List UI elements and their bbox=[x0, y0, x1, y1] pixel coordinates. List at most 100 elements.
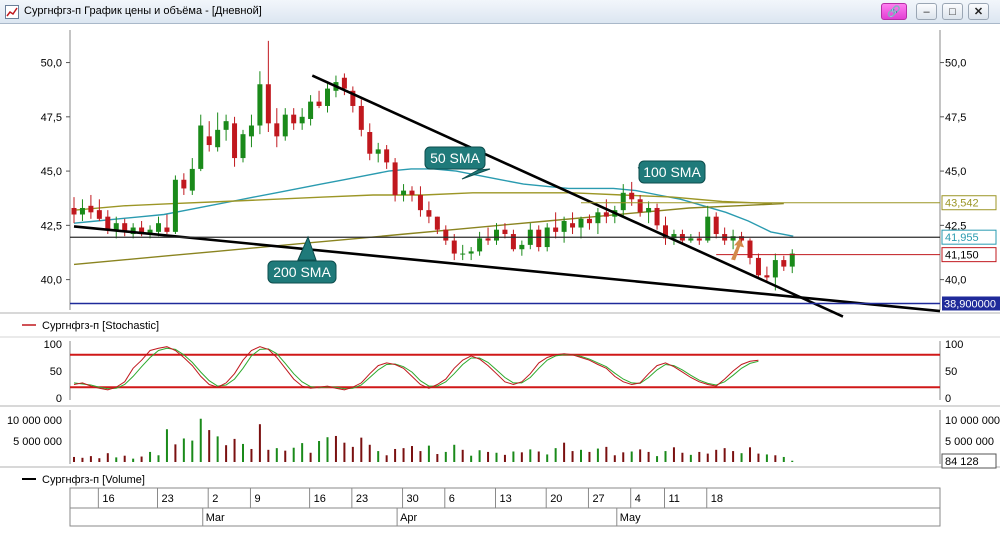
volume-bar bbox=[250, 448, 253, 462]
volume-bar bbox=[698, 451, 701, 462]
candle-down bbox=[747, 240, 753, 258]
volume-bar bbox=[157, 455, 160, 462]
candle-down bbox=[654, 207, 660, 226]
volume-bar bbox=[140, 456, 143, 462]
stoch-tick-right: 50 bbox=[945, 366, 957, 378]
price-tick-label-left: 47,5 bbox=[41, 112, 62, 124]
candle-down bbox=[553, 227, 559, 232]
volume-bar bbox=[495, 452, 498, 462]
volume-bar bbox=[732, 451, 735, 462]
day-tick-label: 16 bbox=[314, 493, 326, 505]
candle-down bbox=[713, 216, 719, 235]
day-tick-label: 27 bbox=[592, 493, 604, 505]
candle-down bbox=[755, 257, 761, 276]
volume-bar bbox=[199, 418, 202, 462]
volume-bar bbox=[757, 453, 760, 462]
volume-bar bbox=[765, 454, 768, 462]
candle-down bbox=[485, 238, 491, 241]
volume-bar bbox=[453, 444, 456, 462]
volume-bar bbox=[461, 449, 464, 462]
month-tick-label: May bbox=[620, 512, 641, 524]
volume-bar bbox=[89, 456, 92, 462]
candle-up bbox=[172, 179, 178, 232]
candle-down bbox=[603, 212, 609, 217]
candle-down bbox=[181, 179, 187, 189]
candle-down bbox=[637, 199, 643, 213]
price-tick-label-left: 42,5 bbox=[41, 220, 62, 232]
volume-bar bbox=[444, 451, 447, 462]
candle-up bbox=[688, 238, 694, 241]
candle-down bbox=[206, 136, 212, 146]
candle-down bbox=[536, 229, 542, 248]
day-tick-label: 16 bbox=[102, 493, 114, 505]
volume-bar bbox=[225, 445, 228, 462]
candle-down bbox=[443, 229, 449, 241]
day-tick-label: 9 bbox=[254, 493, 260, 505]
price-tick-label-right: 40,0 bbox=[945, 275, 966, 287]
volume-bar bbox=[546, 454, 549, 462]
candle-down bbox=[392, 162, 398, 195]
volume-bar bbox=[182, 438, 185, 462]
candle-down bbox=[696, 238, 702, 241]
candle-up bbox=[561, 221, 567, 232]
volume-bar bbox=[275, 448, 278, 462]
volume-bar bbox=[782, 456, 785, 462]
price-tick-label-right: 47,5 bbox=[945, 112, 966, 124]
volume-bar bbox=[520, 452, 523, 462]
volume-bar bbox=[368, 444, 371, 462]
volume-bar bbox=[360, 437, 363, 462]
volume-bar bbox=[715, 449, 718, 462]
sma-callout-label: 100 SMA bbox=[643, 164, 701, 180]
volume-bar bbox=[334, 435, 337, 462]
volume-bar bbox=[647, 451, 650, 462]
candle-up bbox=[646, 207, 652, 213]
volume-bar bbox=[529, 449, 532, 462]
volume-bar bbox=[419, 451, 422, 462]
candle-up bbox=[477, 238, 483, 252]
candle-down bbox=[417, 194, 423, 211]
candle-up bbox=[578, 218, 584, 228]
candle-down bbox=[764, 275, 770, 278]
volume-bar bbox=[123, 455, 126, 462]
candle-down bbox=[265, 84, 271, 124]
volume-bar bbox=[318, 441, 321, 462]
candle-down bbox=[71, 207, 77, 215]
volume-bar bbox=[208, 430, 211, 462]
candle-up bbox=[198, 125, 204, 169]
volume-bar bbox=[351, 446, 354, 462]
candle-up bbox=[189, 168, 195, 191]
day-tick-label: 20 bbox=[550, 493, 562, 505]
volume-last-label: 84 128 bbox=[945, 456, 979, 468]
volume-bar bbox=[115, 457, 118, 462]
volume-bar bbox=[470, 455, 473, 462]
candle-down bbox=[781, 260, 787, 267]
candle-down bbox=[358, 105, 364, 130]
volume-bar bbox=[216, 436, 219, 462]
candle-down bbox=[434, 216, 440, 230]
volume-bar bbox=[394, 448, 397, 462]
volume-bar bbox=[106, 453, 109, 462]
volume-bar bbox=[411, 446, 413, 462]
price-volume-chart[interactable]: Сургнфгз-п [Stochastic] Сургнфгз-п [Volu… bbox=[0, 0, 1000, 538]
price-marker-label: 41,150 bbox=[945, 250, 979, 262]
volume-bar bbox=[267, 449, 270, 462]
candle-down bbox=[451, 240, 457, 254]
volume-tick-left: 5 000 000 bbox=[13, 436, 62, 448]
volume-bar bbox=[73, 456, 75, 462]
volume-tick-right: 5 000 000 bbox=[945, 436, 994, 448]
candle-down bbox=[367, 132, 373, 154]
volume-bar bbox=[664, 451, 667, 462]
day-tick-label: 2 bbox=[212, 493, 218, 505]
day-tick-label: 18 bbox=[711, 493, 723, 505]
candle-up bbox=[460, 253, 466, 255]
candle-down bbox=[570, 223, 576, 228]
volume-bar bbox=[706, 453, 709, 462]
candle-up bbox=[240, 134, 246, 159]
price-tick-label-left: 50,0 bbox=[41, 58, 62, 70]
volume-bar bbox=[613, 455, 616, 462]
price-tick-label-left: 40,0 bbox=[41, 275, 62, 287]
price-marker-label: 43,542 bbox=[945, 198, 979, 210]
day-tick-label: 11 bbox=[669, 493, 680, 505]
candle-down bbox=[96, 210, 102, 219]
volume-bar bbox=[309, 452, 312, 462]
